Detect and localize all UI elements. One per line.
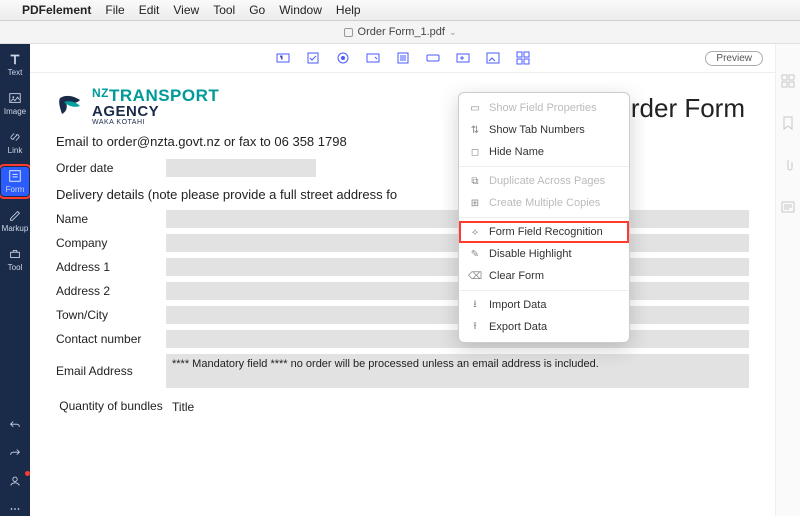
- checkbox-tool-icon[interactable]: [305, 50, 321, 66]
- duplicate-icon: ⧉: [469, 175, 481, 187]
- qty-column-header: Quantity of bundles: [56, 400, 166, 414]
- order-date-label: Order date: [56, 161, 166, 175]
- email-field[interactable]: **** Mandatory field **** no order will …: [166, 354, 749, 388]
- thumbnail-panel-icon[interactable]: [781, 74, 795, 88]
- menu-hide-name[interactable]: ◻Hide Name: [459, 141, 629, 163]
- radio-tool-icon[interactable]: [335, 50, 351, 66]
- app-name[interactable]: PDFelement: [22, 3, 91, 17]
- delivery-heading: Delivery details (note please provide a …: [56, 187, 749, 202]
- main-area: Preview NZTRANSPORT AGENCY WAKA KOTAHI O…: [30, 44, 775, 516]
- title-column-header: Title: [166, 400, 194, 414]
- menu-import-data[interactable]: ⭳Import Data: [459, 294, 629, 316]
- attachment-panel-icon[interactable]: [781, 158, 795, 172]
- export-icon: ⭱: [469, 321, 481, 333]
- address2-label: Address 2: [56, 284, 166, 298]
- signature-tool-icon[interactable]: [455, 50, 471, 66]
- undo-icon: [8, 418, 22, 432]
- form-icon: [8, 169, 22, 183]
- properties-icon: ▭: [469, 102, 481, 114]
- comments-panel-icon[interactable]: [781, 200, 795, 214]
- logo-mark-icon: [56, 94, 84, 120]
- page-title: Order Form: [611, 93, 745, 124]
- dots-icon: [8, 502, 22, 516]
- menu-edit[interactable]: Edit: [139, 3, 160, 17]
- company-label: Company: [56, 236, 166, 250]
- tool-markup[interactable]: Markup: [1, 206, 29, 235]
- tab-numbers-icon: ⇅: [469, 124, 481, 136]
- redo-button[interactable]: [1, 444, 29, 462]
- hide-icon: ◻: [469, 146, 481, 158]
- form-context-menu: ▭Show Field Properties ⇅Show Tab Numbers…: [458, 92, 630, 343]
- address1-label: Address 1: [56, 260, 166, 274]
- more-button[interactable]: [1, 500, 29, 516]
- pdf-page: NZTRANSPORT AGENCY WAKA KOTAHI Order For…: [30, 73, 775, 516]
- textfield-tool-icon[interactable]: [275, 50, 291, 66]
- menu-form-field-recognition[interactable]: ⟡Form Field Recognition: [459, 221, 629, 243]
- more-tools-icon[interactable]: [515, 50, 531, 66]
- menu-show-tab-numbers[interactable]: ⇅Show Tab Numbers: [459, 119, 629, 141]
- tool-link[interactable]: Link: [1, 128, 29, 157]
- redo-icon: [8, 446, 22, 460]
- tool-text[interactable]: Text: [1, 50, 29, 79]
- account-button[interactable]: [1, 472, 29, 490]
- tool-image[interactable]: Image: [1, 89, 29, 118]
- document-icon: [344, 28, 353, 37]
- tool-form[interactable]: Form: [1, 167, 29, 196]
- menu-show-field-properties: ▭Show Field Properties: [459, 97, 629, 119]
- markup-icon: [8, 208, 22, 222]
- left-toolbar: Text Image Link Form Markup Tool: [0, 44, 30, 516]
- menu-clear-form[interactable]: ⌫Clear Form: [459, 265, 629, 287]
- recognition-icon: ⟡: [469, 226, 481, 238]
- menu-window[interactable]: Window: [279, 3, 322, 17]
- user-icon: [8, 474, 22, 488]
- document-tab-strip: Order Form_1.pdf ⌄: [0, 21, 800, 44]
- menu-go[interactable]: Go: [249, 3, 265, 17]
- form-toolbar: Preview: [30, 44, 775, 73]
- macos-menubar: PDFelement File Edit View Tool Go Window…: [0, 0, 800, 21]
- button-tool-icon[interactable]: [425, 50, 441, 66]
- preview-button[interactable]: Preview: [705, 51, 763, 66]
- contact-label: Contact number: [56, 332, 166, 346]
- import-icon: ⭳: [469, 299, 481, 311]
- listbox-tool-icon[interactable]: [395, 50, 411, 66]
- undo-button[interactable]: [1, 416, 29, 434]
- menu-create-multiple-copies: ⊞Create Multiple Copies: [459, 192, 629, 214]
- dropdown-tool-icon[interactable]: [365, 50, 381, 66]
- tool-tool[interactable]: Tool: [1, 245, 29, 274]
- image-icon: [8, 91, 22, 105]
- copies-icon: ⊞: [469, 197, 481, 209]
- document-filename[interactable]: Order Form_1.pdf: [358, 26, 445, 38]
- highlight-icon: ✎: [469, 248, 481, 260]
- menu-tool[interactable]: Tool: [213, 3, 235, 17]
- email-label: Email Address: [56, 354, 166, 378]
- link-icon: [8, 130, 22, 144]
- menu-export-data[interactable]: ⭱Export Data: [459, 316, 629, 338]
- name-label: Name: [56, 212, 166, 226]
- bookmark-panel-icon[interactable]: [781, 116, 795, 130]
- chevron-down-icon[interactable]: ⌄: [449, 27, 457, 38]
- menu-disable-highlight[interactable]: ✎Disable Highlight: [459, 243, 629, 265]
- menu-file[interactable]: File: [105, 3, 124, 17]
- mandatory-note: **** Mandatory field **** no order will …: [166, 354, 749, 374]
- menu-view[interactable]: View: [173, 3, 199, 17]
- town-label: Town/City: [56, 308, 166, 322]
- menu-help[interactable]: Help: [336, 3, 361, 17]
- toolbox-icon: [8, 247, 22, 261]
- order-date-field[interactable]: [166, 159, 316, 177]
- image-field-tool-icon[interactable]: [485, 50, 501, 66]
- text-icon: [8, 52, 22, 66]
- menu-duplicate-across-pages: ⧉Duplicate Across Pages: [459, 170, 629, 192]
- email-instruction-text: Email to order@nzta.govt.nz or fax to 06…: [56, 134, 749, 149]
- right-rail: [775, 44, 800, 516]
- clear-icon: ⌫: [469, 270, 481, 282]
